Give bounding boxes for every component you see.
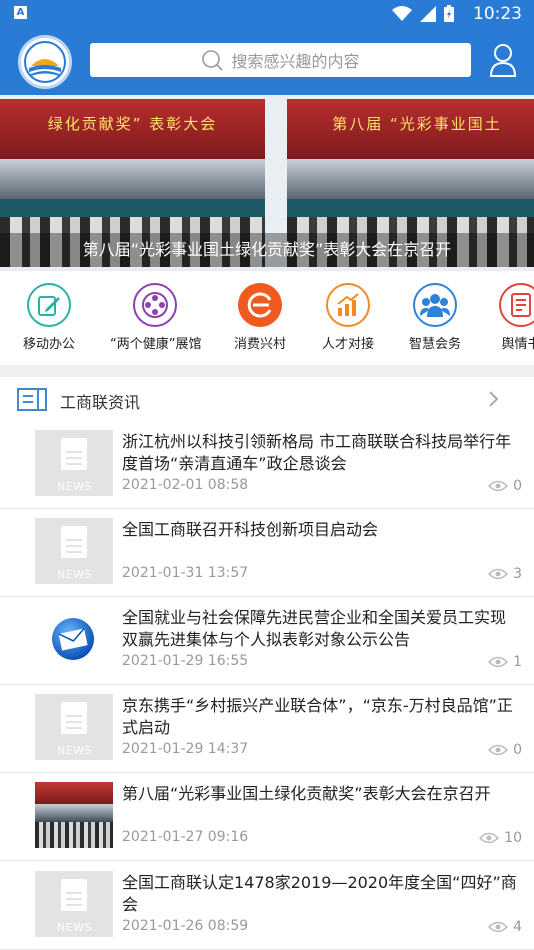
- app-badge: A: [14, 6, 27, 19]
- news-item[interactable]: NEWS 京东携手“乡村振兴产业联合体”，“京东-万村良品馆”正式启动 2021…: [0, 685, 534, 773]
- news-thumbnail: NEWS: [35, 694, 113, 760]
- news-thumbnail: NEWS: [35, 871, 113, 937]
- quick-action-talent[interactable]: 人才对接: [303, 283, 393, 352]
- signal-icon: [420, 5, 436, 22]
- report-icon: [499, 283, 534, 327]
- news-item[interactable]: NEWS 全国工商联认定1478家2019—2020年度全国“四好”商会 202…: [0, 862, 534, 950]
- news-thumb-label: NEWS: [57, 568, 93, 581]
- status-bar: A 10:23: [0, 0, 534, 27]
- news-date: 2021-01-31 13:57: [122, 565, 249, 581]
- news-thumbnail: NEWS: [35, 430, 113, 496]
- slide-banner-text: 绿化贡献奖” 表彰大会: [47, 115, 218, 133]
- news-date: 2021-01-29 14:37: [122, 741, 249, 757]
- eye-icon: [479, 832, 500, 844]
- news-item[interactable]: 第八届“光彩事业国土绿化贡献奖”表彰大会在京召开 2021-01-27 09:1…: [0, 773, 534, 861]
- news-views: 3: [488, 566, 522, 582]
- news-views: 10: [479, 830, 522, 846]
- quick-action-public-opinion[interactable]: 舆情书: [476, 283, 534, 352]
- app-header: 搜索感兴趣的内容: [0, 27, 534, 95]
- news-item[interactable]: NEWS 浙江杭州以科技引领新格局 市工商联联合科技局举行年度首场“亲清直通车”…: [0, 421, 534, 509]
- film-reel-icon: [133, 283, 177, 327]
- quick-action-label: 移动办公: [22, 337, 75, 352]
- search-placeholder: 搜索感兴趣的内容: [231, 52, 360, 71]
- news-thumbnail: NEWS: [35, 518, 113, 584]
- mail-icon: [52, 618, 94, 660]
- quick-action-label: 消费兴村: [233, 337, 286, 352]
- news-photo-thumbnail: [35, 782, 113, 848]
- news-title: 全国工商联召开科技创新项目启动会: [122, 520, 379, 539]
- clock: 10:23: [473, 4, 522, 24]
- slide-banner-text: 第八届 “光彩事业国土: [332, 115, 502, 133]
- wifi-icon: [392, 5, 412, 21]
- news-thumb-label: NEWS: [57, 744, 93, 757]
- news-title: 全国工商联认定1478家2019—2020年度全国“四好”商会: [122, 873, 517, 914]
- logo-emblem[interactable]: [18, 35, 72, 89]
- banner-carousel[interactable]: 绿化贡献奖” 表彰大会 第八届 “光彩事业国土 第八届“光彩事业国土绿化贡献奖”…: [0, 95, 534, 271]
- news-date: 2021-01-26 08:59: [122, 918, 249, 934]
- news-views: 0: [488, 478, 522, 494]
- banner-caption: 第八届“光彩事业国土绿化贡献奖”表彰大会在京召开: [0, 233, 534, 267]
- news-title: 浙江杭州以科技引领新格局 市工商联联合科技局举行年度首场“亲清直通车”政企恳谈会: [122, 432, 512, 473]
- people-icon: [413, 283, 457, 327]
- news-title: 京东携手“乡村振兴产业联合体”，“京东-万村良品馆”正式启动: [122, 696, 513, 737]
- section-divider: [0, 365, 534, 377]
- user-icon[interactable]: [488, 43, 518, 77]
- news-thumb-label: NEWS: [57, 921, 93, 934]
- news-item[interactable]: NEWS 全国工商联召开科技创新项目启动会 2021-01-31 13:57 3: [0, 509, 534, 597]
- section-title: 工商联资讯: [60, 393, 141, 412]
- e-brand-icon: [238, 283, 282, 327]
- quick-action-label: 智慧会务: [408, 337, 461, 352]
- chart-up-icon: [326, 283, 370, 327]
- quick-action-health-hall[interactable]: “两个健康”展馆: [110, 283, 202, 352]
- quick-action-mobile-office[interactable]: 移动办公: [4, 283, 94, 352]
- news-section-icon: [17, 388, 47, 411]
- news-views: 4: [488, 919, 522, 935]
- news-item[interactable]: 全国就业与社会保障先进民营企业和全国关爱员工实现双赢先进集体与个人拟表彰对象公示…: [0, 597, 534, 685]
- news-title: 全国就业与社会保障先进民营企业和全国关爱员工实现双赢先进集体与个人拟表彰对象公示…: [122, 608, 507, 649]
- section-header[interactable]: 工商联资讯: [0, 377, 534, 421]
- news-views: 0: [488, 742, 522, 758]
- search-bar[interactable]: 搜索感兴趣的内容: [90, 43, 471, 77]
- quick-action-smart-meeting[interactable]: 智慧会务: [390, 283, 480, 352]
- news-date: 2021-02-01 08:58: [122, 477, 249, 493]
- eye-icon: [488, 480, 509, 492]
- logo-emblem-icon: [22, 39, 68, 85]
- eye-icon: [488, 744, 509, 756]
- quick-action-label: “两个健康”展馆: [110, 337, 202, 352]
- news-thumb-label: NEWS: [57, 480, 93, 493]
- eye-icon: [488, 568, 509, 580]
- eye-icon: [488, 656, 509, 668]
- eye-icon: [488, 921, 509, 933]
- battery-icon: [444, 5, 454, 22]
- news-views: 1: [488, 654, 522, 670]
- search-icon: [202, 50, 224, 71]
- quick-action-label: 人才对接: [321, 337, 374, 352]
- news-date: 2021-01-27 09:16: [122, 829, 249, 845]
- news-title: 第八届“光彩事业国土绿化贡献奖”表彰大会在京召开: [122, 784, 491, 803]
- chevron-right-icon[interactable]: [488, 390, 500, 408]
- edit-icon: [27, 283, 71, 327]
- system-icons: [392, 5, 454, 22]
- quick-actions: 移动办公 “两个健康”展馆 消费兴村 人才对接 智慧会务 舆情书: [0, 271, 534, 365]
- quick-action-label: 舆情书: [501, 337, 534, 352]
- news-date: 2021-01-29 16:55: [122, 653, 249, 669]
- quick-action-consumption[interactable]: 消费兴村: [215, 283, 305, 352]
